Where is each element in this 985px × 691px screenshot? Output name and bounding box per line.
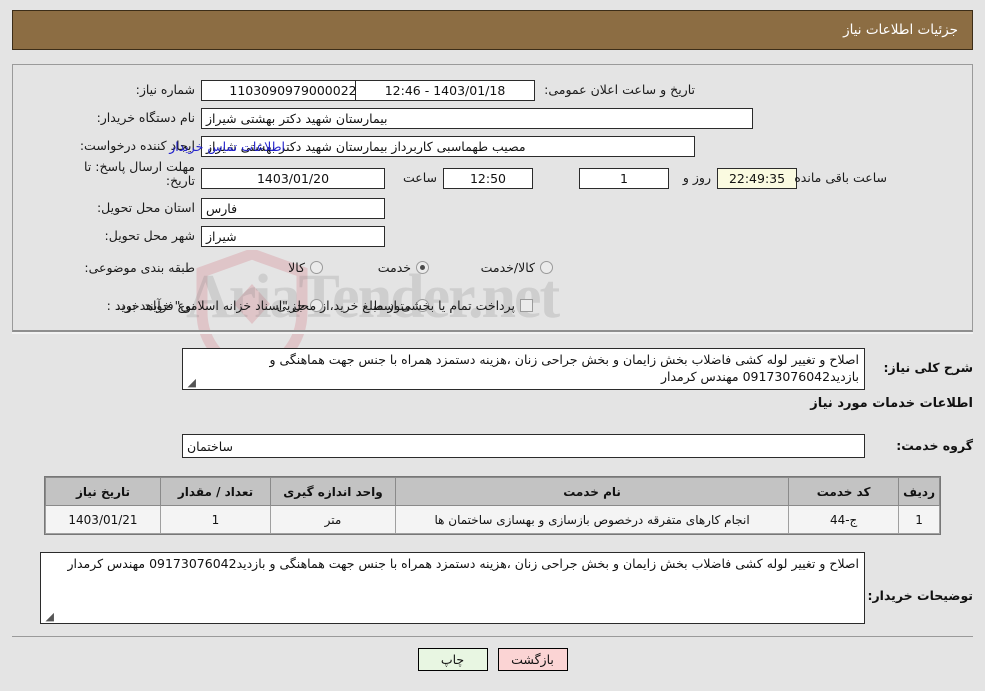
cell-need-date: 1403/01/21 <box>45 505 161 534</box>
radio-label: خدمت <box>377 260 411 275</box>
service-group-label: گروه خدمت: <box>896 438 973 453</box>
remaining-days-field: 1 <box>579 168 669 189</box>
radio-category-khedmat[interactable]: خدمت <box>378 260 429 275</box>
footer-divider <box>12 636 973 637</box>
delivery-city-label: شهر محل تحویل: <box>104 228 195 243</box>
buyer-org-label: نام دستگاه خریدار: <box>96 110 195 125</box>
remaining-time-field: 22:49:35 <box>717 168 797 189</box>
radio-label: کالا/خدمت <box>480 260 535 275</box>
need-info-panel <box>12 64 973 334</box>
service-group-field: ساختمان <box>182 434 865 458</box>
delivery-province-field: فارس <box>201 198 385 219</box>
services-table: ردیف کد خدمت نام خدمت واحد اندازه گیری ت… <box>45 477 940 534</box>
col-header-quantity: تعداد / مقدار <box>160 477 271 506</box>
table-row: 1 ج-44 انجام کارهای متفرقه درخصوص بازساز… <box>45 505 940 534</box>
cell-service-code: ج-44 <box>788 505 900 534</box>
back-button[interactable]: بازگشت <box>497 648 568 671</box>
deadline-hour-field: 12:50 <box>443 168 533 189</box>
announce-datetime-label: تاریخ و ساعت اعلان عمومی: <box>544 82 695 97</box>
cell-quantity: 1 <box>160 505 271 534</box>
table-header-row: ردیف کد خدمت نام خدمت واحد اندازه گیری ت… <box>45 477 940 506</box>
general-need-label: شرح کلی نیاز: <box>883 360 973 375</box>
services-section-title: اطلاعات خدمات مورد نیاز <box>810 396 973 411</box>
radio-icon <box>310 261 323 274</box>
buyer-notes-textarea[interactable]: اصلاح و تغییر لوله کشی فاضلاب بخش زایمان… <box>40 552 865 624</box>
remaining-time-value: 22:49:35 <box>728 171 786 186</box>
radio-icon <box>540 261 553 274</box>
cell-row-no: 1 <box>898 505 940 534</box>
buyer-org-value: بیمارستان شهید دکتر بهشتی شیراز <box>206 111 388 126</box>
resize-grip-icon[interactable]: ◢ <box>185 377 196 388</box>
footer-button-bar: بازگشت چاپ <box>0 648 985 671</box>
general-need-textarea[interactable]: اصلاح و تغییر لوله کشی فاضلاب بخش زایمان… <box>182 348 865 390</box>
remaining-time-label: ساعت باقی مانده <box>794 170 887 185</box>
page-header: جزئیات اطلاعات نیاز <box>12 10 973 50</box>
services-table-wrapper: ردیف کد خدمت نام خدمت واحد اندازه گیری ت… <box>44 476 941 535</box>
remaining-days-value: 1 <box>620 171 628 186</box>
cell-service-name: انجام کارهای متفرقه درخصوص بازسازی و بهس… <box>394 505 790 534</box>
buyer-org-field: بیمارستان شهید دکتر بهشتی شیراز <box>201 108 753 129</box>
buyer-contact-link[interactable]: اطلاعات تماس خریدار <box>169 139 285 154</box>
col-header-unit: واحد اندازه گیری <box>270 477 396 506</box>
subject-category-label: طبقه بندی موضوعی: <box>84 260 195 275</box>
need-number-value: 1103090979000022 <box>229 83 357 98</box>
delivery-province-value: فارس <box>206 201 238 216</box>
checkbox-icon <box>520 299 533 312</box>
deadline-hour-label: ساعت <box>402 170 437 185</box>
radio-category-kala[interactable]: کالا <box>288 260 323 275</box>
service-group-value: ساختمان <box>187 438 233 454</box>
page-title: جزئیات اطلاعات نیاز <box>843 22 958 38</box>
remaining-days-label: روز و <box>682 170 711 185</box>
general-need-value: اصلاح و تغییر لوله کشی فاضلاب بخش زایمان… <box>269 352 859 384</box>
deadline-date-field: 1403/01/20 <box>201 168 385 189</box>
col-header-service-name: نام خدمت <box>394 477 790 506</box>
announce-datetime-field: 1403/01/18 - 12:46 <box>355 80 535 101</box>
col-header-service-code: کد خدمت <box>788 477 900 506</box>
radio-label: کالا <box>288 260 305 275</box>
checkbox-treasury-documents[interactable]: پرداخت تمام یا بخشی از مبلغ خرید،از محل … <box>116 298 533 313</box>
resize-grip-icon[interactable]: ◢ <box>43 611 54 622</box>
col-header-need-date: تاریخ نیاز <box>45 477 161 506</box>
buyer-notes-value: اصلاح و تغییر لوله کشی فاضلاب بخش زایمان… <box>67 556 859 571</box>
buyer-notes-label: توضیحات خریدار: <box>867 588 973 603</box>
radio-category-kala-khedmat[interactable]: کالا/خدمت <box>481 260 553 275</box>
announce-datetime-value: 1403/01/18 - 12:46 <box>384 83 506 98</box>
deadline-hour-value: 12:50 <box>469 171 507 186</box>
checkbox-label: پرداخت تمام یا بخشی از مبلغ خرید،از محل … <box>116 298 515 313</box>
need-number-label: شماره نیاز: <box>135 82 195 97</box>
print-button[interactable]: چاپ <box>417 648 488 671</box>
cell-unit: متر <box>270 505 396 534</box>
deadline-date-value: 1403/01/20 <box>256 171 330 186</box>
delivery-city-field: شیراز <box>201 226 385 247</box>
response-deadline-label: مهلت ارسال پاسخ: تا تاریخ: <box>84 159 195 188</box>
radio-icon <box>416 261 429 274</box>
delivery-city-value: شیراز <box>206 229 237 244</box>
delivery-province-label: استان محل تحویل: <box>96 200 195 215</box>
col-header-row-no: ردیف <box>898 477 940 506</box>
